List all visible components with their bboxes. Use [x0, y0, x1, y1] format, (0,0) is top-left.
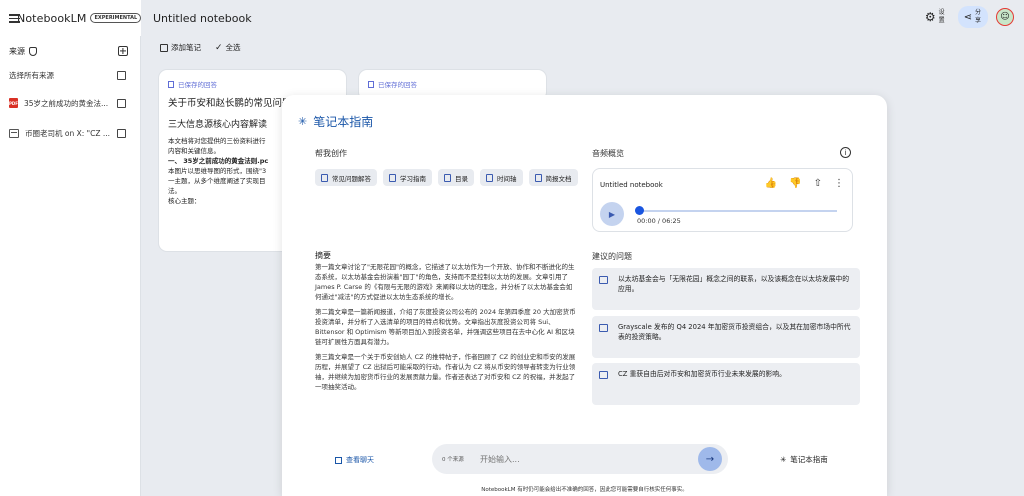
notes-toolbar: 添加笔记 ✓ 全选	[160, 42, 241, 53]
toc-icon	[444, 173, 451, 182]
source-item[interactable]: PDF 35岁之前成功的黄金法...	[0, 88, 140, 118]
suggested-questions-label: 建议的问题	[592, 252, 632, 261]
help-create-label: 帮我创作	[315, 149, 347, 158]
toc-chip[interactable]: 目录	[438, 169, 474, 186]
check-icon: ✓	[215, 42, 223, 53]
share-label: 分享	[974, 9, 981, 24]
summary-paragraph: 第三篇文章是一个关于币安创始人 CZ 的推特帖子，作者回顾了 CZ 的创业史和币…	[315, 353, 576, 391]
select-all-sources-row[interactable]: 选择所有来源	[0, 62, 140, 88]
summary: 摘要 第一篇文章讨论了"无限花园"的概念，它描述了以太坊作为一个开放、协作和不断…	[315, 251, 577, 392]
study-guide-chip[interactable]: 学习指南	[383, 169, 432, 186]
app-brand[interactable]: NotebookLM	[17, 12, 86, 25]
source-checkbox[interactable]	[117, 128, 126, 138]
source-item[interactable]: 币圈老司机 on X: "CZ ...	[0, 118, 140, 148]
briefing-doc-chip[interactable]: 简报文档	[528, 169, 578, 186]
source-count: 0 个来源	[442, 457, 464, 463]
chat-input-container: 0 个来源 →	[432, 444, 728, 474]
experimental-badge: EXPERIMENTAL	[90, 13, 142, 23]
play-button[interactable]: ▶	[600, 202, 624, 226]
audio-progress-knob[interactable]	[635, 206, 644, 215]
sparkle-icon: ✳	[780, 455, 787, 464]
note-tag: 已保存的回答	[178, 81, 217, 89]
briefing-icon	[534, 173, 542, 182]
source-label: 币圈老司机 on X: "CZ ...	[25, 128, 111, 138]
sources-sidebar: 来源 选择所有来源 PDF 35岁之前成功的黄金法... 币圈老司机 on X: …	[0, 36, 141, 496]
summary-paragraph: 第二篇文章是一篇新闻报道，介绍了灰度投资公司公布的 2024 年第四季度 20 …	[315, 308, 576, 346]
study-guide-icon	[389, 173, 396, 182]
share-button[interactable]: ⋖ 分享	[957, 6, 988, 28]
summary-label: 摘要	[315, 251, 331, 260]
saved-response-icon	[368, 80, 374, 88]
select-all-notes-label: 全选	[225, 43, 241, 52]
add-note-button[interactable]: 添加笔记	[160, 42, 201, 53]
chat-input[interactable]	[480, 450, 680, 468]
audio-title: Untitled notebook	[600, 181, 663, 189]
audio-time: 00:00 / 06:25	[637, 217, 681, 225]
disclaimer: NotebookLM 有时仍可能会给出不准确的回答，因此您可能需要自行核实任何事…	[481, 487, 688, 493]
avatar[interactable]: ☺	[996, 8, 1014, 26]
suggested-question[interactable]: CZ 重获自由后对币安和加密货币行业未来发展的影响。	[592, 363, 860, 405]
audio-progress-track[interactable]	[637, 210, 837, 212]
webpage-icon	[9, 128, 19, 138]
add-source-button[interactable]	[118, 46, 128, 56]
notebook-guide-panel: ✳ 笔记本指南 帮我创作 常见问题解答 学习指南 目录 时间轴 简报文档 音频概览…	[282, 95, 887, 496]
question-icon	[599, 324, 608, 332]
notebook-title[interactable]: Untitled notebook	[153, 12, 252, 25]
timeline-icon	[486, 173, 493, 182]
saved-response-icon	[168, 80, 174, 88]
more-icon[interactable]: ⋮	[834, 178, 844, 189]
select-all-sources-checkbox[interactable]	[117, 70, 126, 80]
suggested-question[interactable]: Grayscale 发布的 Q4 2024 年加密货币投资组合，以及其在加密市场…	[592, 316, 860, 358]
view-chat-button[interactable]: 查看聊天	[335, 455, 374, 465]
select-all-notes-button[interactable]: ✓ 全选	[215, 42, 241, 53]
settings-label: 设置	[938, 9, 945, 24]
sources-title: 来源	[9, 46, 25, 56]
settings-button[interactable]: ⚙ 设置	[920, 6, 950, 28]
source-label: 35岁之前成功的黄金法...	[24, 98, 109, 108]
info-icon[interactable]: i	[840, 147, 851, 158]
top-bar: Untitled notebook ⚙ 设置 ⋖ 分享 ☺	[141, 0, 1024, 36]
notebook-guide-button[interactable]: ✳ 笔记本指南	[780, 454, 828, 465]
chat-bar: 查看聊天 0 个来源 → ✳笔记本指南	[282, 438, 887, 480]
timeline-chip[interactable]: 时间轴	[480, 169, 523, 186]
summary-paragraph: 第一篇文章讨论了"无限花园"的概念，它描述了以太坊作为一个开放、协作和不断进化的…	[315, 263, 575, 301]
audio-player: Untitled notebook 👍 👎 ⇧ ⋮ ▶ 00:00 / 06:2…	[592, 168, 853, 232]
source-checkbox[interactable]	[117, 98, 126, 108]
select-all-sources-label: 选择所有来源	[9, 70, 54, 80]
shield-icon[interactable]	[29, 46, 37, 56]
chat-icon	[335, 456, 342, 464]
sparkle-icon: ✳	[298, 115, 308, 128]
question-icon	[599, 371, 608, 379]
thumbs-up-icon[interactable]: 👍	[765, 178, 777, 189]
question-icon	[599, 276, 608, 284]
suggested-question[interactable]: 以太坊基金会与「无限花园」概念之间的联系，以及该概念在以太坊发展中的应用。	[592, 268, 860, 310]
faq-chip[interactable]: 常见问题解答	[315, 169, 377, 186]
panel-title: 笔记本指南	[313, 115, 374, 129]
share-icon[interactable]: ⇧	[814, 178, 822, 189]
send-button[interactable]: →	[698, 447, 722, 471]
thumbs-down-icon[interactable]: 👎	[789, 178, 801, 189]
note-icon	[160, 43, 168, 52]
share-icon: ⋖	[963, 11, 972, 23]
faq-icon	[321, 173, 328, 182]
app-header: NotebookLM EXPERIMENTAL	[0, 0, 142, 36]
create-chips: 常见问题解答 学习指南 目录 时间轴 简报文档	[315, 169, 585, 186]
gear-icon: ⚙	[924, 10, 936, 24]
note-tag: 已保存的回答	[378, 81, 417, 89]
audio-overview-label: 音频概览	[592, 149, 624, 158]
pdf-icon: PDF	[9, 98, 18, 108]
add-note-label: 添加笔记	[171, 43, 201, 52]
